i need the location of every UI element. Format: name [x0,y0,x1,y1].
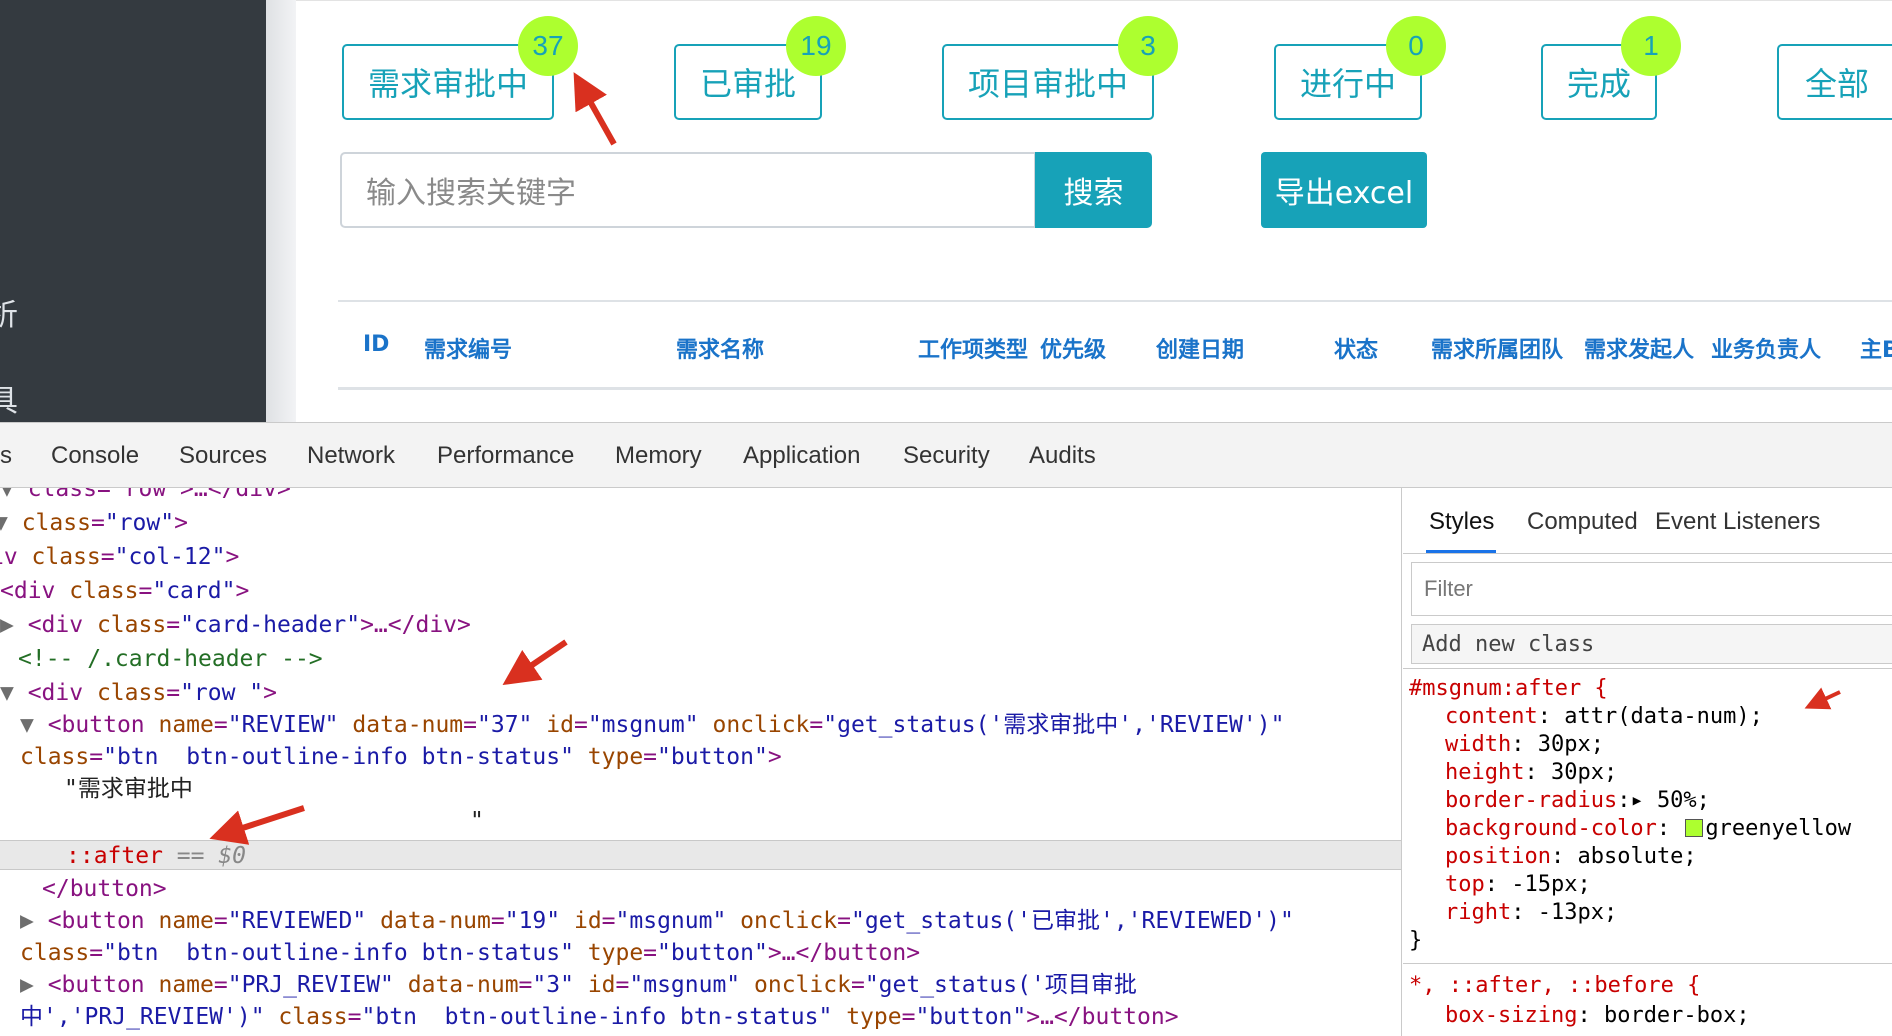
sidebar-fragment[interactable]: 析 [0,290,18,334]
tab-application[interactable]: Application [743,442,860,470]
css-declaration[interactable]: position: absolute; [1445,843,1697,871]
rule-close: } [1409,928,1423,953]
dom-line[interactable]: iv class="col-12"> [0,542,239,572]
tab-elements[interactable]: s [0,442,12,470]
column-header[interactable]: 创建日期 [1156,332,1244,364]
css-declaration[interactable]: border-radius:▸ 50%; [1445,787,1710,815]
tab-console[interactable]: Console [51,442,139,470]
status-button-all[interactable]: 全部 [1777,44,1892,120]
styles-tab-bar: Styles Computed Event Listeners [1403,488,1892,554]
column-header[interactable]: 优先级 [1040,332,1106,364]
sidebar-fragment[interactable]: 具 [0,376,18,420]
dom-line[interactable]: ▼ <div class="row "> [0,678,277,708]
dom-line[interactable]: <div class="card"> [0,576,249,606]
tab-security[interactable]: Security [903,442,990,470]
status-button-label: 完成 [1566,65,1631,103]
dom-button-prj-review[interactable]: ▶ <button name="PRJ_REVIEW" data-num="3"… [20,970,1137,1000]
add-class-input[interactable]: Add new class [1411,624,1892,664]
status-button-label: 全部 [1804,65,1869,103]
elements-tree: ▼ class="row">…</div> ▼ class="row"> iv … [0,488,1402,1036]
count-badge: 3 [1118,16,1178,76]
dom-line[interactable]: 中','PRJ_REVIEW')" class="btn btn-outline… [20,1002,1179,1032]
tab-network[interactable]: Network [307,442,395,470]
status-button-label: 项目审批中 [967,65,1128,103]
search-button[interactable]: 搜索 [1035,152,1152,228]
dom-button-review[interactable]: ▼ <button name="REVIEW" data-num="37" id… [20,710,1284,740]
status-button-done[interactable]: 完成 1 [1541,16,1681,120]
column-header-id[interactable]: ID [363,332,389,357]
dom-line[interactable]: ▶ <div class="card-header">…</div> [0,610,471,640]
column-header[interactable]: 需求发起人 [1584,332,1694,364]
rule-selector[interactable]: #msgnum:after { [1409,675,1608,703]
search-input[interactable]: 输入搜索关键字 [340,152,1036,228]
tab-styles[interactable]: Styles [1429,508,1494,536]
table-header: ID 需求编号 需求名称 工作项类型 优先级 创建日期 状态 需求所属团队 需求… [338,300,1892,390]
css-declaration[interactable]: height: 30px; [1445,759,1617,787]
tab-performance[interactable]: Performance [437,442,574,470]
tab-computed[interactable]: Computed [1527,508,1638,536]
tab-event-listeners[interactable]: Event Listeners [1655,508,1820,536]
devtools-tab-bar: s Console Sources Network Performance Me… [0,422,1892,488]
count-badge: 0 [1386,16,1446,76]
column-header[interactable]: 需求编号 [424,332,512,364]
status-button-label: 需求审批中 [367,65,528,103]
css-declaration[interactable]: width: 30px; [1445,731,1604,759]
status-button-in-progress[interactable]: 进行中 0 [1274,16,1446,120]
tab-sources[interactable]: Sources [179,442,267,470]
column-header[interactable]: 主B [1860,332,1892,364]
sidebar-shadow [266,0,296,422]
css-declaration[interactable]: background-color: greenyellow [1445,815,1851,843]
count-badge: 37 [518,16,578,76]
dom-line[interactable]: class="btn btn-outline-info btn-status" … [20,938,920,968]
status-button-label: 已审批 [699,65,796,103]
active-tab-indicator [1426,550,1496,553]
styles-filter-input[interactable]: Filter [1411,562,1892,616]
dom-line[interactable]: ▼ class="row"> [0,508,188,538]
export-excel-button[interactable]: 导出excel [1261,152,1427,228]
color-swatch-icon[interactable] [1685,819,1704,837]
tab-memory[interactable]: Memory [615,442,702,470]
css-declaration[interactable]: content: attr(data-num); [1445,703,1763,731]
dom-text-node[interactable]: "需求审批中 [64,774,193,804]
column-header[interactable]: 工作项类型 [918,332,1028,364]
dom-line[interactable]: ▼ class="row">…</div> [0,488,291,504]
status-button-review[interactable]: 需求审批中 37 [342,16,578,120]
count-badge: 1 [1621,16,1681,76]
tab-audits[interactable]: Audits [1029,442,1096,470]
dom-button-reviewed[interactable]: ▶ <button name="REVIEWED" data-num="19" … [20,906,1294,936]
styles-pane: Styles Computed Event Listeners Filter A… [1403,488,1892,1036]
column-header[interactable]: 业务负责人 [1711,332,1821,364]
css-declaration[interactable]: right: -13px; [1445,899,1617,927]
sidebar: 析 具 [0,0,266,422]
css-declaration[interactable]: top: -15px; [1445,871,1591,899]
column-header[interactable]: 需求所属团队 [1431,332,1563,364]
column-header[interactable]: 状态 [1334,332,1378,364]
css-declaration[interactable]: box-sizing: border-box; [1445,1002,1750,1030]
css-rule-msgnum-after: #msgnum:after { content: attr(data-num);… [1403,668,1892,964]
web-page: 析 具 需求审批中 37 已审批 19 项目审批中 3 进行中 0 完成 1 全… [0,0,1892,422]
status-button-reviewed[interactable]: 已审批 19 [674,16,846,120]
devtools: s Console Sources Network Performance Me… [0,422,1892,1036]
rule-selector[interactable]: *, ::after, ::before { [1409,972,1700,1000]
dom-text-node-end[interactable]: " [470,806,484,836]
dom-line[interactable]: class="btn btn-outline-info btn-status" … [20,742,782,772]
status-button-label: 进行中 [1299,65,1396,103]
dom-line[interactable]: </button> [42,874,167,904]
dom-after-pseudo-selected[interactable]: ::after == $0 [0,840,1401,870]
dom-comment[interactable]: <!-- /.card-header --> [18,644,323,674]
status-button-prj-review[interactable]: 项目审批中 3 [942,16,1178,120]
css-rule-universal: *, ::after, ::before { box-sizing: borde… [1403,968,1892,1036]
column-header[interactable]: 需求名称 [676,332,764,364]
count-badge: 19 [786,16,846,76]
